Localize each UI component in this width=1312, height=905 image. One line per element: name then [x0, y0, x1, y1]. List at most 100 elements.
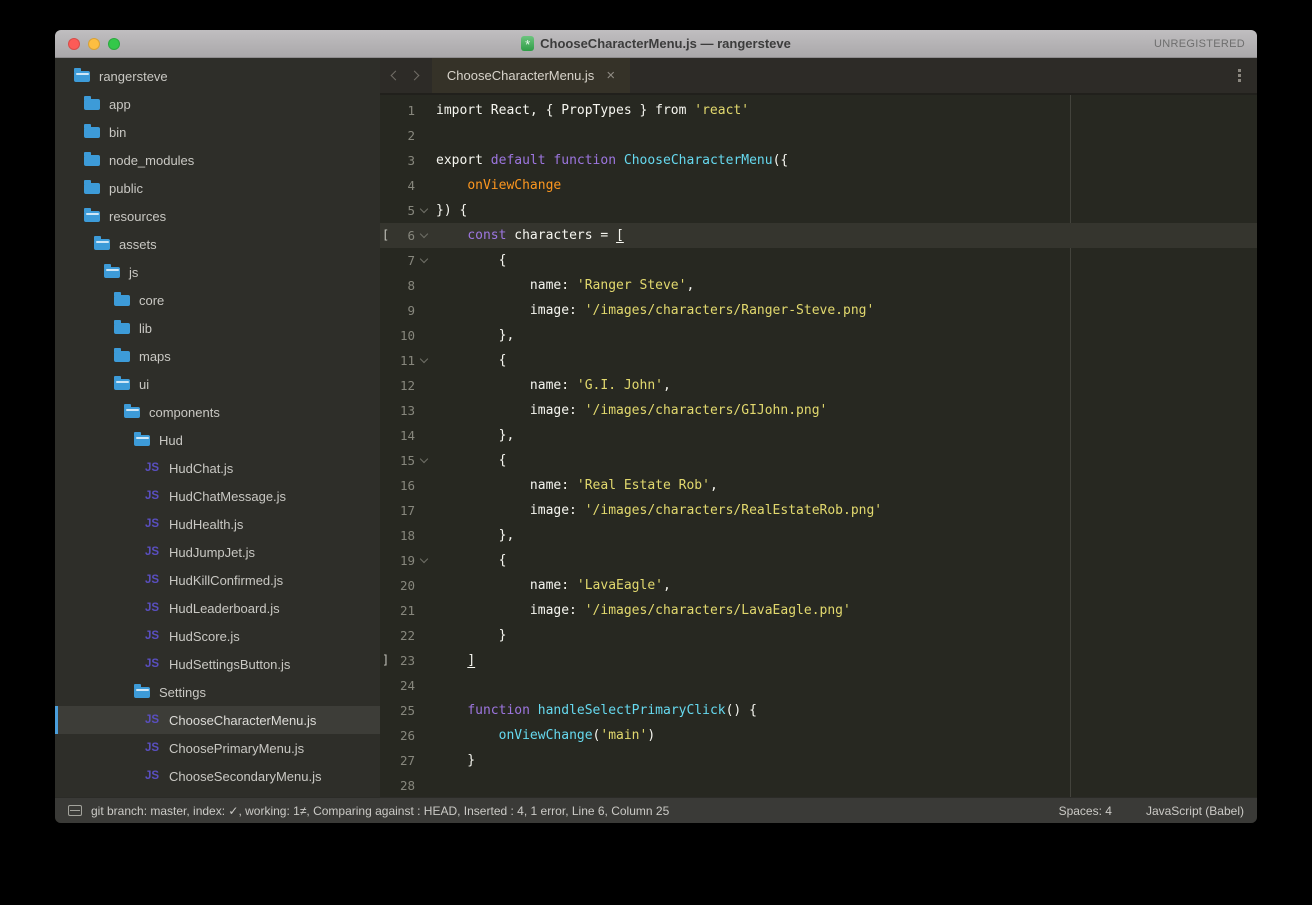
code-line[interactable]: 3export default function ChooseCharacter… — [380, 148, 1257, 173]
tree-item[interactable]: JSHudJumpJet.js — [55, 538, 380, 566]
tree-item[interactable]: ui — [55, 370, 380, 398]
code-line[interactable]: 2 — [380, 123, 1257, 148]
tree-item[interactable]: core — [55, 286, 380, 314]
code-line[interactable]: 28 — [380, 773, 1257, 797]
code-text: { — [432, 448, 506, 473]
code-line[interactable]: 7 { — [380, 248, 1257, 273]
zoom-window-button[interactable] — [108, 38, 120, 50]
tab-close-icon[interactable]: × — [606, 68, 615, 83]
tree-item[interactable]: components — [55, 398, 380, 426]
code-line[interactable]: 27 } — [380, 748, 1257, 773]
tree-item[interactable]: JSHudLeaderboard.js — [55, 594, 380, 622]
code-line[interactable]: 5}) { — [380, 198, 1257, 223]
gutter-bracket-indicator — [380, 698, 391, 723]
gutter-bracket-indicator — [380, 573, 391, 598]
folder-icon — [84, 183, 100, 194]
code-text — [432, 773, 436, 797]
tree-item[interactable]: app — [55, 90, 380, 118]
folder-icon — [114, 351, 130, 362]
tree-item[interactable]: JSChoosePrimaryMenu.js — [55, 734, 380, 762]
code-text: name: 'Ranger Steve', — [432, 273, 694, 298]
tree-item[interactable]: lib — [55, 314, 380, 342]
tree-item[interactable]: Hud — [55, 426, 380, 454]
code-line[interactable]: ]23 ] — [380, 648, 1257, 673]
nav-forward-icon[interactable] — [410, 71, 420, 81]
code-text: { — [432, 548, 506, 573]
tree-item-label: core — [139, 293, 164, 308]
code-line[interactable]: 19 { — [380, 548, 1257, 573]
code-line[interactable]: 16 name: 'Real Estate Rob', — [380, 473, 1257, 498]
line-number: 1 — [391, 98, 415, 123]
tree-item[interactable]: rangersteve — [55, 62, 380, 90]
code-line[interactable]: 9 image: '/images/characters/Ranger-Stev… — [380, 298, 1257, 323]
js-file-icon: JS — [144, 770, 160, 782]
gutter-bracket-indicator — [380, 148, 391, 173]
code-editor[interactable]: 1import React, { PropTypes } from 'react… — [380, 95, 1257, 797]
js-file-icon: JS — [144, 714, 160, 726]
code-line[interactable]: 12 name: 'G.I. John', — [380, 373, 1257, 398]
code-line[interactable]: 17 image: '/images/characters/RealEstate… — [380, 498, 1257, 523]
indent-setting[interactable]: Spaces: 4 — [1059, 804, 1112, 818]
tree-item[interactable]: assets — [55, 230, 380, 258]
tree-item[interactable]: js — [55, 258, 380, 286]
tree-item[interactable]: JSHudChat.js — [55, 454, 380, 482]
code-line[interactable]: 20 name: 'LavaEagle', — [380, 573, 1257, 598]
folder-icon — [114, 295, 130, 306]
line-number: 14 — [391, 423, 415, 448]
js-file-icon: JS — [144, 462, 160, 474]
fold-arrow-icon[interactable] — [415, 223, 432, 248]
fold-arrow-icon[interactable] — [415, 248, 432, 273]
fold-arrow-icon[interactable] — [415, 348, 432, 373]
line-number: 12 — [391, 373, 415, 398]
minimize-window-button[interactable] — [88, 38, 100, 50]
code-line[interactable]: 18 }, — [380, 523, 1257, 548]
tab-overflow-button[interactable] — [1221, 58, 1257, 93]
tree-item[interactable]: JSChooseSecondaryMenu.js — [55, 762, 380, 790]
tree-item[interactable]: Settings — [55, 678, 380, 706]
code-line[interactable]: 13 image: '/images/characters/GIJohn.png… — [380, 398, 1257, 423]
code-line[interactable]: 15 { — [380, 448, 1257, 473]
tab-choosecharactermenu[interactable]: ChooseCharacterMenu.js × — [432, 58, 630, 93]
fold-arrow-icon[interactable] — [415, 448, 432, 473]
tree-item[interactable]: JSHudHealth.js — [55, 510, 380, 538]
fold-arrow-icon[interactable] — [415, 548, 432, 573]
code-text: name: 'Real Estate Rob', — [432, 473, 718, 498]
code-line[interactable]: 26 onViewChange('main') — [380, 723, 1257, 748]
tree-item[interactable]: JSHudChatMessage.js — [55, 482, 380, 510]
fold-arrow-icon[interactable] — [415, 198, 432, 223]
code-line[interactable]: 25 function handleSelectPrimaryClick() { — [380, 698, 1257, 723]
sidebar-file-tree: rangersteve appbinnode_modulespublicresou… — [55, 58, 380, 797]
tree-item[interactable]: JSChooseCharacterMenu.js — [55, 706, 380, 734]
code-line[interactable]: 24 — [380, 673, 1257, 698]
tree-item[interactable]: node_modules — [55, 146, 380, 174]
syntax-setting[interactable]: JavaScript (Babel) — [1146, 804, 1244, 818]
folder-open-icon — [74, 71, 90, 82]
tree-item[interactable]: JSHudKillConfirmed.js — [55, 566, 380, 594]
panel-toggle-icon[interactable] — [68, 805, 82, 816]
tree-item-label: rangersteve — [99, 69, 168, 84]
tree-item[interactable]: public — [55, 174, 380, 202]
code-line[interactable]: 1import React, { PropTypes } from 'react… — [380, 98, 1257, 123]
gutter-bracket-indicator — [380, 498, 391, 523]
tree-item-label: HudHealth.js — [169, 517, 243, 532]
code-line[interactable]: 21 image: '/images/characters/LavaEagle.… — [380, 598, 1257, 623]
close-window-button[interactable] — [68, 38, 80, 50]
tree-item[interactable]: JSHudSettingsButton.js — [55, 650, 380, 678]
tree-item-label: HudLeaderboard.js — [169, 601, 280, 616]
code-text: }, — [432, 523, 514, 548]
tree-item[interactable]: maps — [55, 342, 380, 370]
code-line[interactable]: [6 const characters = [ — [380, 223, 1257, 248]
code-line[interactable]: 22 } — [380, 623, 1257, 648]
gutter-bracket-indicator — [380, 373, 391, 398]
tree-item[interactable]: JSHudScore.js — [55, 622, 380, 650]
code-line[interactable]: 14 }, — [380, 423, 1257, 448]
tree-item-label: HudScore.js — [169, 629, 240, 644]
nav-back-icon[interactable] — [391, 71, 401, 81]
tree-item[interactable]: resources — [55, 202, 380, 230]
code-line[interactable]: 10 }, — [380, 323, 1257, 348]
code-line[interactable]: 4 onViewChange — [380, 173, 1257, 198]
code-line[interactable]: 8 name: 'Ranger Steve', — [380, 273, 1257, 298]
code-line[interactable]: 11 { — [380, 348, 1257, 373]
tree-item[interactable]: bin — [55, 118, 380, 146]
code-text: }, — [432, 423, 514, 448]
